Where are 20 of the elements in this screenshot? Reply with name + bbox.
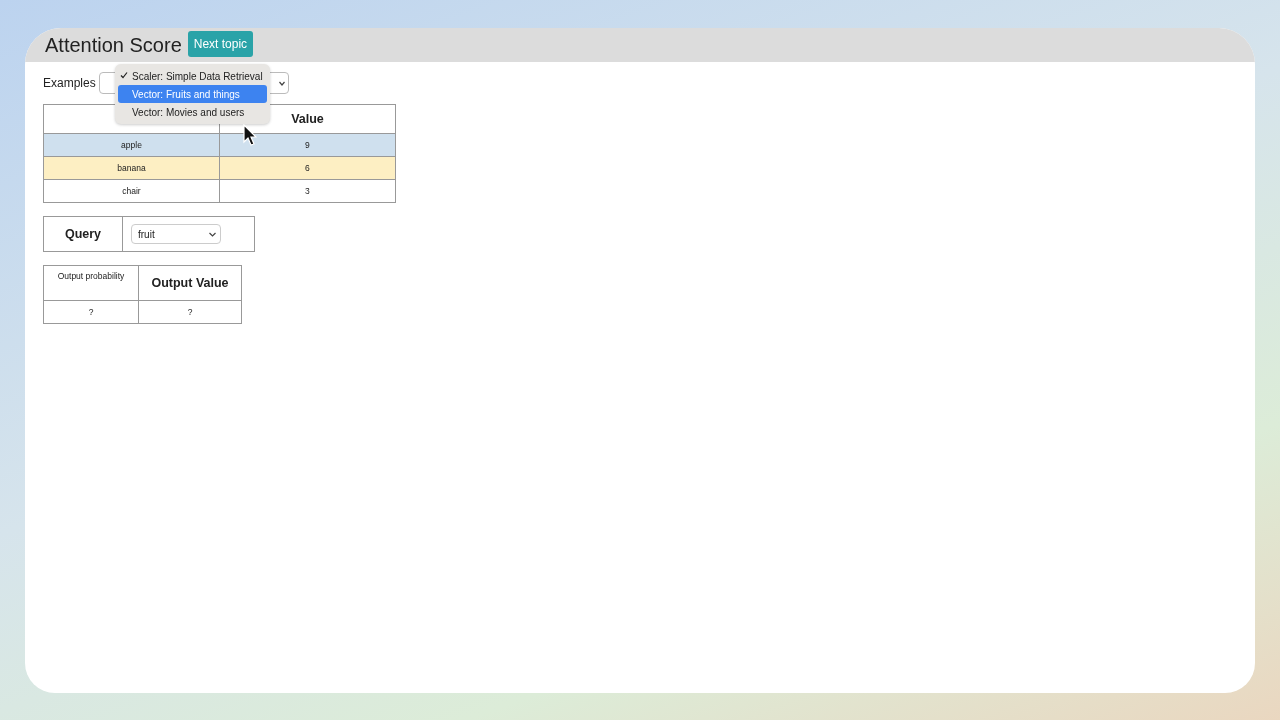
chevron-icon <box>209 231 216 237</box>
menu-item[interactable]: Vector: Fruits and things <box>118 85 267 103</box>
table-header-cell: Output Value <box>138 265 242 301</box>
table-header-cell: Output probability <box>43 265 139 301</box>
table-cell: chair <box>122 186 141 196</box>
table-cell: ? <box>138 300 242 324</box>
query-label: Query <box>43 216 123 252</box>
chevron-icon <box>278 80 285 86</box>
mouse-cursor-icon <box>243 124 257 146</box>
examples-label: Examples <box>43 76 96 90</box>
table-cell: 9 <box>305 140 310 150</box>
menu-item[interactable]: Scaler: Simple Data Retrieval <box>118 67 267 85</box>
table-cell: banana <box>117 163 146 173</box>
table-cell: 6 <box>305 163 310 173</box>
table-cell: ? <box>43 300 139 324</box>
table-cell: 3 <box>305 186 310 196</box>
table-cell: apple <box>121 140 142 150</box>
query-select[interactable]: fruit <box>131 224 221 244</box>
page-title: Attention Score <box>45 33 182 57</box>
checkmark-icon <box>120 71 128 79</box>
